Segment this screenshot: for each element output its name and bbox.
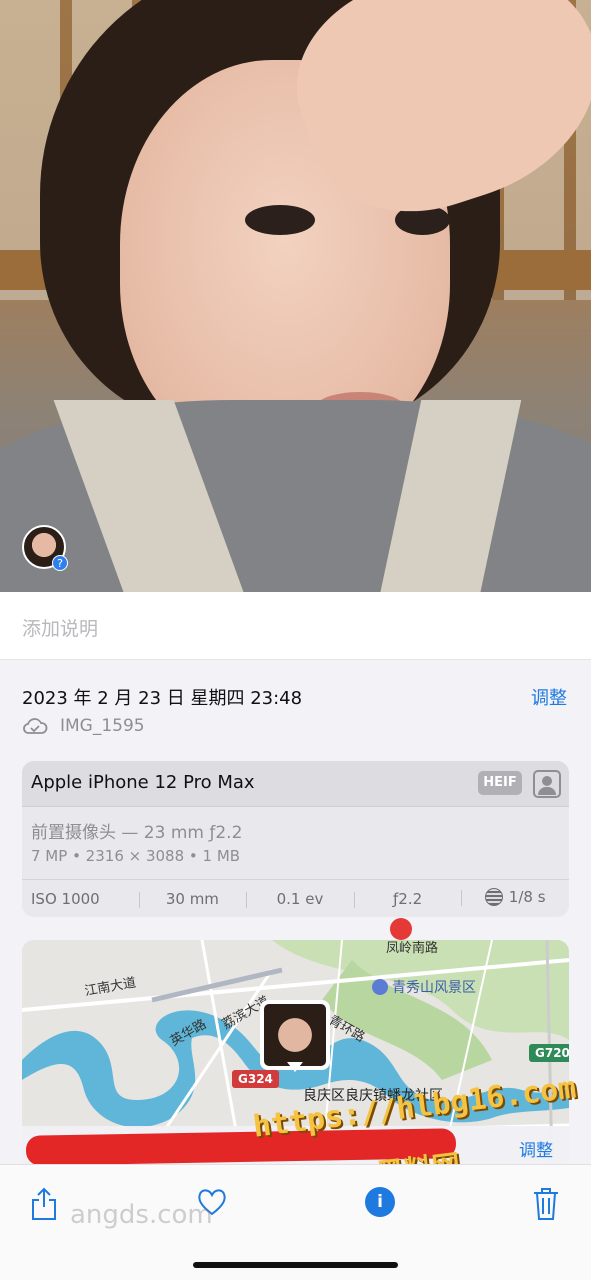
photo-view[interactable] xyxy=(0,0,591,592)
left-eye xyxy=(245,205,315,235)
exif-exposure-bias: 0.1 ev xyxy=(246,890,354,908)
format-badge: HEIF xyxy=(478,771,522,795)
image-specs: 7 MP • 2316 × 3088 • 1 MB xyxy=(31,847,241,865)
map-label-road: 凤岭南路 xyxy=(386,941,439,956)
exif-shutter: 1/8 s xyxy=(461,887,569,910)
highway-shield: G324 xyxy=(232,1070,279,1088)
shutter-speed: 1/8 s xyxy=(508,887,546,906)
question-icon: ? xyxy=(52,555,68,571)
map-poi[interactable]: 青秀山风景区 xyxy=(372,977,476,997)
exif-iso: ISO 1000 xyxy=(31,889,100,908)
filename: IMG_1595 xyxy=(60,716,145,736)
photo-date: 2023 年 2 月 23 日 星期四 23:48 xyxy=(22,688,303,709)
camera-info-card: Apple iPhone 12 Pro Max HEIF 前置摄像头 — 23 … xyxy=(22,761,569,917)
highway-shield: G7201 xyxy=(529,1044,569,1062)
red-marker xyxy=(390,918,412,940)
adjust-date-button[interactable]: 调整 xyxy=(531,684,567,710)
camera-model: Apple iPhone 12 Pro Max xyxy=(31,772,255,793)
adjust-location-button[interactable]: 调整 xyxy=(519,1136,553,1161)
lens-info: 前置摄像头 — 23 mm ƒ2.2 xyxy=(31,823,243,843)
filename-row: IMG_1595 xyxy=(22,714,145,738)
info-icon[interactable]: i xyxy=(365,1187,395,1217)
exif-focal-length: 30 mm xyxy=(138,890,247,908)
face-recognition-avatar[interactable]: ? xyxy=(22,525,68,571)
watermark-faint: angds.com xyxy=(70,1200,213,1230)
exif-aperture: ƒ2.2 xyxy=(353,890,462,908)
poi-icon xyxy=(372,979,388,995)
camera-card-header: Apple iPhone 12 Pro Max HEIF xyxy=(22,761,569,807)
home-indicator[interactable] xyxy=(193,1262,398,1268)
share-icon[interactable] xyxy=(30,1187,58,1221)
pin-thumbnail xyxy=(264,1004,326,1066)
caption-placeholder: 添加说明 xyxy=(22,618,99,640)
trash-icon[interactable] xyxy=(532,1187,560,1221)
cloud-check-icon xyxy=(23,718,48,734)
shutter-icon xyxy=(484,887,503,906)
photo-location-pin[interactable] xyxy=(260,1000,330,1072)
portrait-icon xyxy=(533,770,561,798)
caption-field[interactable]: 添加说明 xyxy=(0,592,591,660)
exif-row: ISO 1000 30 mm 0.1 ev ƒ2.2 1/8 s xyxy=(22,879,569,917)
